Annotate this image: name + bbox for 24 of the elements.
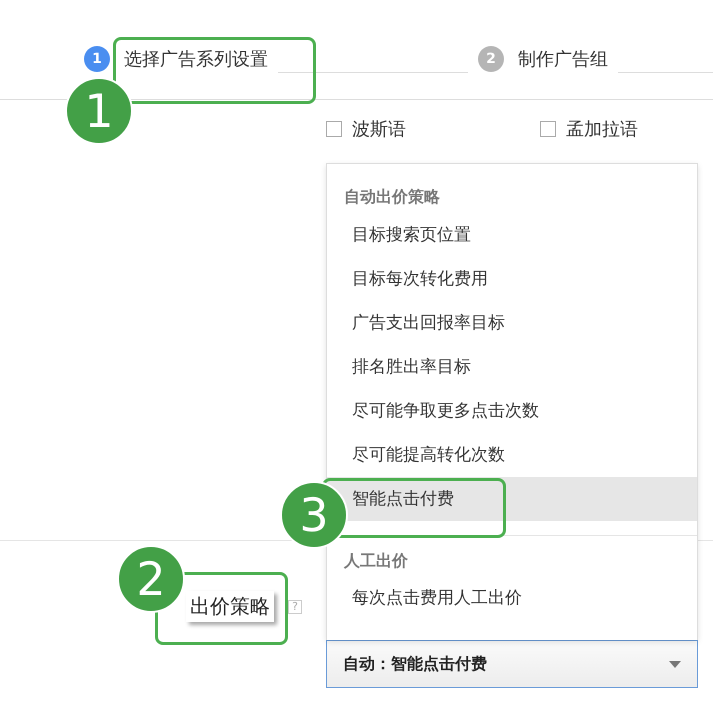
menu-item[interactable]: 目标每次转化费用 xyxy=(327,257,697,301)
checkbox-label: 孟加拉语 xyxy=(566,118,638,141)
step-number: 2 xyxy=(478,46,504,72)
menu-item[interactable]: 目标搜索页位置 xyxy=(327,213,697,257)
callout-number: 2 xyxy=(117,545,185,613)
menu-item[interactable]: 每次点击费用人工出价 xyxy=(327,576,697,620)
caret-icon xyxy=(669,660,681,668)
menu-item[interactable]: 排名胜出率目标 xyxy=(327,345,697,389)
checkbox[interactable] xyxy=(540,121,556,137)
strategy-select[interactable]: 自动：智能点击付费 xyxy=(326,640,698,688)
field-label: 出价策略 xyxy=(186,591,274,622)
callout-number: 1 xyxy=(65,77,133,145)
callout-number: 3 xyxy=(280,481,348,549)
menu-item[interactable]: 尽可能提高转化次数 xyxy=(327,433,697,477)
menu-item[interactable]: 广告支出回报率目标 xyxy=(327,301,697,345)
step-label: 选择广告系列设置 xyxy=(124,48,268,71)
step-label: 制作广告组 xyxy=(518,48,608,71)
checkbox-label: 波斯语 xyxy=(352,118,406,141)
step-number: 1 xyxy=(84,46,110,72)
menu-item[interactable]: 尽可能争取更多点击次数 xyxy=(327,389,697,433)
checkbox[interactable] xyxy=(326,121,342,137)
menu-heading: 自动出价策略 xyxy=(343,186,441,208)
menu-heading: 人工出价 xyxy=(342,550,409,572)
menu-item[interactable]: 智能点击付费 xyxy=(327,477,697,521)
